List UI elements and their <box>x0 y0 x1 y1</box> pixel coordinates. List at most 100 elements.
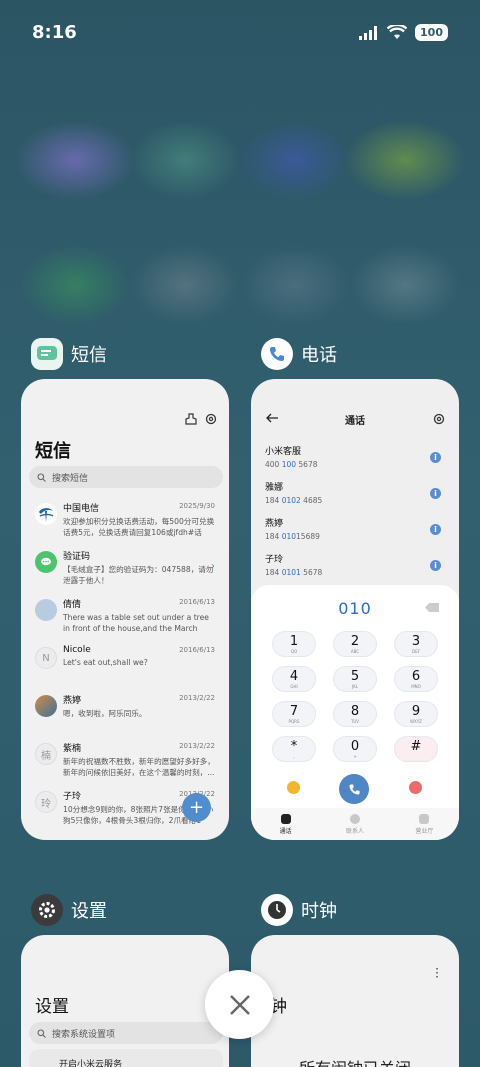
contact-row[interactable]: 燕婷 184 01015689 i <box>265 516 445 546</box>
search-icon <box>37 472 46 482</box>
key-8[interactable]: 8 TUV <box>333 701 377 727</box>
info-icon[interactable]: i <box>430 452 441 463</box>
status-icons: 100 <box>359 24 448 41</box>
contact-name: 雅娜 <box>265 483 284 493</box>
menu-icon[interactable] <box>287 781 300 794</box>
message-date: 2013/2/22 <box>179 742 215 750</box>
app-label-text: 电话 <box>301 345 337 366</box>
page-title: 短信 <box>35 441 71 462</box>
contact-number: 184 0102 4685 <box>265 496 323 505</box>
status-bar: 8:16 100 <box>0 0 480 66</box>
key-7[interactable]: 7 PQRS <box>272 701 316 727</box>
clock-app-icon <box>261 894 293 926</box>
message-preview: There was a table set out under a tree i… <box>63 613 209 633</box>
message-preview: 新年的祝福数不胜数，新年的愿望好多好多，新年的问候依旧美好，在这个温馨的时刻，.… <box>63 757 215 777</box>
contact-name: 子玲 <box>265 555 284 565</box>
key-5[interactable]: 5 JKL <box>333 666 377 692</box>
gear-icon[interactable] <box>205 413 217 425</box>
message-date: 2016/6/13 <box>179 598 215 606</box>
info-icon[interactable]: i <box>430 488 441 499</box>
avatar <box>35 599 57 621</box>
app-label-settings[interactable]: 设置 <box>31 894 107 926</box>
list-item[interactable]: 燕婷 2013/2/22 嗯，收到啦，阿乐同乐。 <box>21 691 229 739</box>
contact-name: 小米客服 <box>265 447 302 457</box>
chevron-right-icon: › <box>211 561 215 572</box>
phone-app-card[interactable]: 通话 小米客服 400 100 5678 i 雅娜 184 0102 4685 … <box>251 379 459 840</box>
phone-header: 通话 <box>251 409 459 429</box>
avatar <box>35 695 57 717</box>
app-label-text: 设置 <box>71 901 107 922</box>
keypad-toggle-icon[interactable] <box>409 781 422 794</box>
bottom-tab-bar: 通话 联系人 营业厅 <box>251 808 459 840</box>
app-label-phone[interactable]: 电话 <box>261 338 337 370</box>
key-star[interactable]: *, <box>272 736 316 762</box>
search-placeholder: 搜索短信 <box>52 473 89 484</box>
sms-toolbar <box>185 413 217 425</box>
page-title: 通话 <box>345 416 365 427</box>
empty-state-text: 所有闹钟已关闭 <box>251 1055 459 1067</box>
key-4[interactable]: 4 GHI <box>272 666 316 692</box>
message-preview: 【毛绒盒子】您的验证码为：047588，请勿泄露于他人！ <box>63 565 214 585</box>
phone-icon <box>348 783 360 795</box>
message-list: 中国电信 2025/9/30 欢迎参加积分兑换话费活动，每500分可兑换话费5元… <box>21 499 229 835</box>
clock-app-card[interactable]: ··· 闹钟 所有闹钟已关闭 <box>251 935 459 1067</box>
key-3[interactable]: 3 DEF <box>394 631 438 657</box>
clear-all-button[interactable] <box>205 970 274 1039</box>
app-label-text: 短信 <box>71 345 107 366</box>
page-title: 设置 <box>35 997 69 1017</box>
info-icon[interactable]: i <box>430 560 441 571</box>
battery-indicator: 100 <box>415 24 448 41</box>
status-time: 8:16 <box>32 22 77 43</box>
contact-number: 184 0101 5678 <box>265 568 323 577</box>
key-hash[interactable]: # <box>394 736 438 762</box>
avatar: N <box>35 647 57 669</box>
avatar: 楠 <box>35 743 57 765</box>
sms-app-icon <box>31 338 63 370</box>
list-item[interactable]: 楠 紫楠 2013/2/22 新年的祝福数不胜数，新年的愿望好多好多，新年的问候… <box>21 739 229 787</box>
dialpad: 010 1 QO 2 ABC 3 DEF 4 GHI 5 JKL 6 MNO 7 PQRS 8… <box>251 585 459 840</box>
call-button[interactable] <box>339 774 369 804</box>
message-preview: Let's eat out,shall we? <box>63 658 148 667</box>
key-2[interactable]: 2 ABC <box>333 631 377 657</box>
more-options-icon[interactable]: · · · <box>435 963 439 983</box>
close-icon <box>229 994 250 1015</box>
message-preview: 嗯，收到啦，阿乐同乐。 <box>63 709 147 718</box>
contact-row[interactable]: 雅娜 184 0102 4685 i <box>265 480 445 510</box>
tab-service-hall[interactable]: 营业厅 <box>390 808 459 840</box>
china-telecom-logo-icon <box>35 503 57 525</box>
gear-icon[interactable] <box>433 413 445 425</box>
key-6[interactable]: 6 MNO <box>394 666 438 692</box>
message-date: 2013/2/22 <box>179 694 215 702</box>
search-input[interactable]: 搜索系统设置项 <box>29 1022 223 1044</box>
contact-number: 400 100 5678 <box>265 460 318 469</box>
chat-bubble-icon <box>35 551 57 573</box>
info-icon[interactable]: i <box>430 524 441 535</box>
settings-item-cloud[interactable]: 开启小米云服务 <box>29 1049 223 1067</box>
phone-app-icon <box>261 338 293 370</box>
signal-icon <box>359 25 378 40</box>
contact-row[interactable]: 子玲 184 0101 5678 i <box>265 552 445 582</box>
store-tab-icon <box>419 814 430 824</box>
key-0[interactable]: 0 + <box>333 736 377 762</box>
key-9[interactable]: 9 WXYZ <box>394 701 438 727</box>
search-icon <box>37 1028 46 1038</box>
key-1[interactable]: 1 QO <box>272 631 316 657</box>
list-item[interactable]: 倩倩 2016/6/13 There was a table set out u… <box>21 595 229 643</box>
contact-row[interactable]: 小米客服 400 100 5678 i <box>265 444 445 474</box>
list-item[interactable]: 验证码 【毛绒盒子】您的验证码为：047588，请勿泄露于他人！ › <box>21 547 229 595</box>
tab-calls[interactable]: 通话 <box>251 808 320 840</box>
list-item[interactable]: 中国电信 2025/9/30 欢迎参加积分兑换话费活动，每500分可兑换话费5元… <box>21 499 229 547</box>
app-label-text: 时钟 <box>301 901 337 922</box>
message-date: 2025/9/30 <box>179 502 215 510</box>
app-label-sms[interactable]: 短信 <box>31 338 107 370</box>
search-input[interactable]: 搜索短信 <box>29 466 223 488</box>
compose-button[interactable]: + <box>182 793 211 822</box>
list-item[interactable]: N Nicole 2016/6/13 Let's eat out,shall w… <box>21 643 229 691</box>
sms-app-card[interactable]: 短信 搜索短信 中国电信 2025/9/30 欢迎参加积分兑换话费活动，每500… <box>21 379 229 840</box>
settings-app-card[interactable]: 设置 搜索系统设置项 开启小米云服务 <box>21 935 229 1067</box>
avatar: 玲 <box>35 791 57 813</box>
message-date: 2016/6/13 <box>179 646 215 654</box>
clean-icon[interactable] <box>185 413 197 425</box>
tab-contacts[interactable]: 联系人 <box>320 808 389 840</box>
app-label-clock[interactable]: 时钟 <box>261 894 337 926</box>
